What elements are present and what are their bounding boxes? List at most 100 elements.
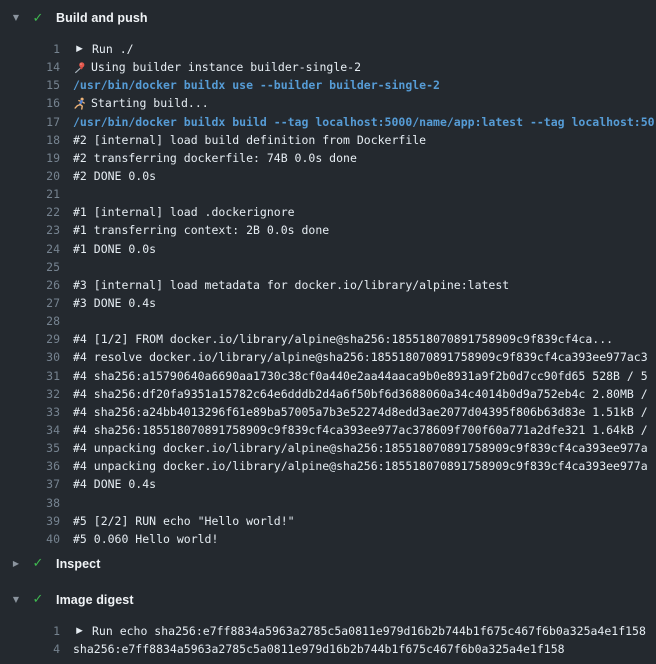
section-header-inspect[interactable]: ▶✓Inspect xyxy=(0,552,656,576)
log-text: #2 DONE 0.0s xyxy=(73,169,156,183)
line-number[interactable]: 25 xyxy=(0,260,60,274)
log-line: 26 #3 [internal] load metadata for docker… xyxy=(0,276,656,294)
log-line: 16 Starting build... xyxy=(0,94,656,112)
log-text: #4 DONE 0.4s xyxy=(73,477,156,491)
line-number[interactable]: 33 xyxy=(0,405,60,419)
log-text: #4 sha256:df20fa9351a15782c64e6dddb2d4a6… xyxy=(73,387,648,401)
line-number[interactable]: 15 xyxy=(0,78,60,92)
line-number[interactable]: 22 xyxy=(0,205,60,219)
log-line: 35 #4 unpacking docker.io/library/alpine@… xyxy=(0,439,656,457)
line-number[interactable]: 26 xyxy=(0,278,60,292)
line-number[interactable]: 1 xyxy=(0,624,60,638)
line-number[interactable]: 38 xyxy=(0,496,60,510)
log-text-container: #4 sha256:a24bb4013296f61e89ba57005a7b3e… xyxy=(73,405,648,419)
line-number[interactable]: 30 xyxy=(0,350,60,364)
log-text: #4 [1/2] FROM docker.io/library/alpine@s… xyxy=(73,332,613,346)
log-line: 1 ▶ Run echo sha256:e7ff8834a5963a2785c5a0… xyxy=(0,622,656,640)
chevron-down-icon[interactable]: ▼ xyxy=(10,596,22,604)
chevron-down-icon[interactable]: ▼ xyxy=(10,14,22,22)
log-text-container: #5 [2/2] RUN echo "Hello world!" xyxy=(73,514,295,528)
line-number[interactable]: 29 xyxy=(0,332,60,346)
play-icon[interactable]: ▶ xyxy=(73,44,86,54)
log-text: #4 unpacking docker.io/library/alpine@sh… xyxy=(73,441,648,455)
line-number[interactable]: 40 xyxy=(0,532,60,546)
log-text: /usr/bin/docker buildx use --builder bui… xyxy=(73,78,440,92)
log-group-build-and-push: 1 ▶ Run ./ 14 Using builder instance builder… xyxy=(0,40,656,548)
section-header-image-digest[interactable]: ▼✓Image digest xyxy=(0,588,656,612)
log-text-container: #1 DONE 0.0s xyxy=(73,242,156,256)
log-text-container: /usr/bin/docker buildx use --builder bui… xyxy=(73,78,440,92)
check-icon: ✓ xyxy=(31,593,45,606)
log-text: #5 [2/2] RUN echo "Hello world!" xyxy=(73,514,295,528)
chevron-right-icon[interactable]: ▶ xyxy=(10,560,22,568)
log-text: Using builder instance builder-single-2 xyxy=(91,60,361,74)
check-icon: ✓ xyxy=(31,12,45,25)
line-number[interactable]: 39 xyxy=(0,514,60,528)
line-number[interactable]: 18 xyxy=(0,133,60,147)
log-group-image-digest: 1 ▶ Run echo sha256:e7ff8834a5963a2785c5a0… xyxy=(0,622,656,658)
log-text-container: #3 DONE 0.4s xyxy=(73,296,156,310)
line-number[interactable]: 32 xyxy=(0,387,60,401)
line-number[interactable]: 14 xyxy=(0,60,60,74)
line-number[interactable]: 1 xyxy=(0,42,60,56)
log-line: 29 #4 [1/2] FROM docker.io/library/alpine… xyxy=(0,330,656,348)
log-text-container: ▶ Run ./ xyxy=(73,42,134,56)
log-text-container: #2 transferring dockerfile: 74B 0.0s don… xyxy=(73,151,357,165)
line-number[interactable]: 34 xyxy=(0,423,60,437)
log-text: #1 DONE 0.0s xyxy=(73,242,156,256)
log-line: 22 #1 [internal] load .dockerignore xyxy=(0,203,656,221)
line-number[interactable]: 20 xyxy=(0,169,60,183)
log-text-container: ▶ Run echo sha256:e7ff8834a5963a2785c5a08… xyxy=(73,624,646,638)
log-text-container: #4 unpacking docker.io/library/alpine@sh… xyxy=(73,441,648,455)
log-text: #1 [internal] load .dockerignore xyxy=(73,205,295,219)
log-text: Run ./ xyxy=(92,42,134,56)
log-text-container: #4 sha256:a15790640a6690aa1730c38cf0a440… xyxy=(73,369,648,383)
log-text-container: /usr/bin/docker buildx build --tag local… xyxy=(73,115,655,129)
log-text-container: #4 [1/2] FROM docker.io/library/alpine@s… xyxy=(73,332,613,346)
workflow-log-viewer: ▼✓Build and push1▶Run ./14Using builder … xyxy=(0,6,656,658)
log-text: #4 sha256:a24bb4013296f61e89ba57005a7b3e… xyxy=(73,405,648,419)
log-text: Run echo sha256:e7ff8834a5963a2785c5a081… xyxy=(92,624,646,638)
line-number[interactable]: 37 xyxy=(0,477,60,491)
line-number[interactable]: 31 xyxy=(0,369,60,383)
log-text-container: #4 resolve docker.io/library/alpine@sha2… xyxy=(73,350,648,364)
log-text-container: #2 [internal] load build definition from… xyxy=(73,133,426,147)
pushpin-icon xyxy=(73,61,86,74)
log-text: #2 [internal] load build definition from… xyxy=(73,133,426,147)
line-number[interactable]: 17 xyxy=(0,115,60,129)
line-number[interactable]: 36 xyxy=(0,459,60,473)
log-line: 30 #4 resolve docker.io/library/alpine@sh… xyxy=(0,348,656,366)
runner-icon xyxy=(73,97,86,110)
log-text-container: #3 [internal] load metadata for docker.i… xyxy=(73,278,509,292)
log-text: #4 unpacking docker.io/library/alpine@sh… xyxy=(73,459,648,473)
line-number[interactable]: 21 xyxy=(0,187,60,201)
line-number[interactable]: 28 xyxy=(0,314,60,328)
play-icon[interactable]: ▶ xyxy=(73,626,86,636)
log-text-container: #5 0.060 Hello world! xyxy=(73,532,218,546)
log-line: 19 #2 transferring dockerfile: 74B 0.0s d… xyxy=(0,149,656,167)
log-text-container: Starting build... xyxy=(73,96,209,110)
log-line: 24 #1 DONE 0.0s xyxy=(0,240,656,258)
log-line: 38 xyxy=(0,494,656,512)
log-line: 31 #4 sha256:a15790640a6690aa1730c38cf0a4… xyxy=(0,367,656,385)
line-number[interactable]: 19 xyxy=(0,151,60,165)
log-text: #5 0.060 Hello world! xyxy=(73,532,218,546)
log-text: #4 sha256:a15790640a6690aa1730c38cf0a440… xyxy=(73,369,648,383)
line-number[interactable]: 16 xyxy=(0,96,60,110)
line-number[interactable]: 35 xyxy=(0,441,60,455)
log-text-container: #1 transferring context: 2B 0.0s done xyxy=(73,223,329,237)
line-number[interactable]: 23 xyxy=(0,223,60,237)
log-line: 15/usr/bin/docker buildx use --builder b… xyxy=(0,76,656,94)
line-number[interactable]: 24 xyxy=(0,242,60,256)
line-number[interactable]: 27 xyxy=(0,296,60,310)
log-text: #3 [internal] load metadata for docker.i… xyxy=(73,278,509,292)
section-header-build-and-push[interactable]: ▼ ✓ Build and push xyxy=(0,6,656,30)
line-number[interactable]: 4 xyxy=(0,642,60,656)
log-text-container: #4 sha256:185518070891758909c9f839cf4ca3… xyxy=(73,423,648,437)
log-line: 14 Using builder instance builder-single-… xyxy=(0,58,656,76)
log-line: 17/usr/bin/docker buildx build --tag loc… xyxy=(0,113,656,131)
log-text: #2 transferring dockerfile: 74B 0.0s don… xyxy=(73,151,357,165)
section-title: Build and push xyxy=(56,11,148,25)
log-line: 36 #4 unpacking docker.io/library/alpine@… xyxy=(0,457,656,475)
log-line: 23 #1 transferring context: 2B 0.0s done xyxy=(0,221,656,239)
